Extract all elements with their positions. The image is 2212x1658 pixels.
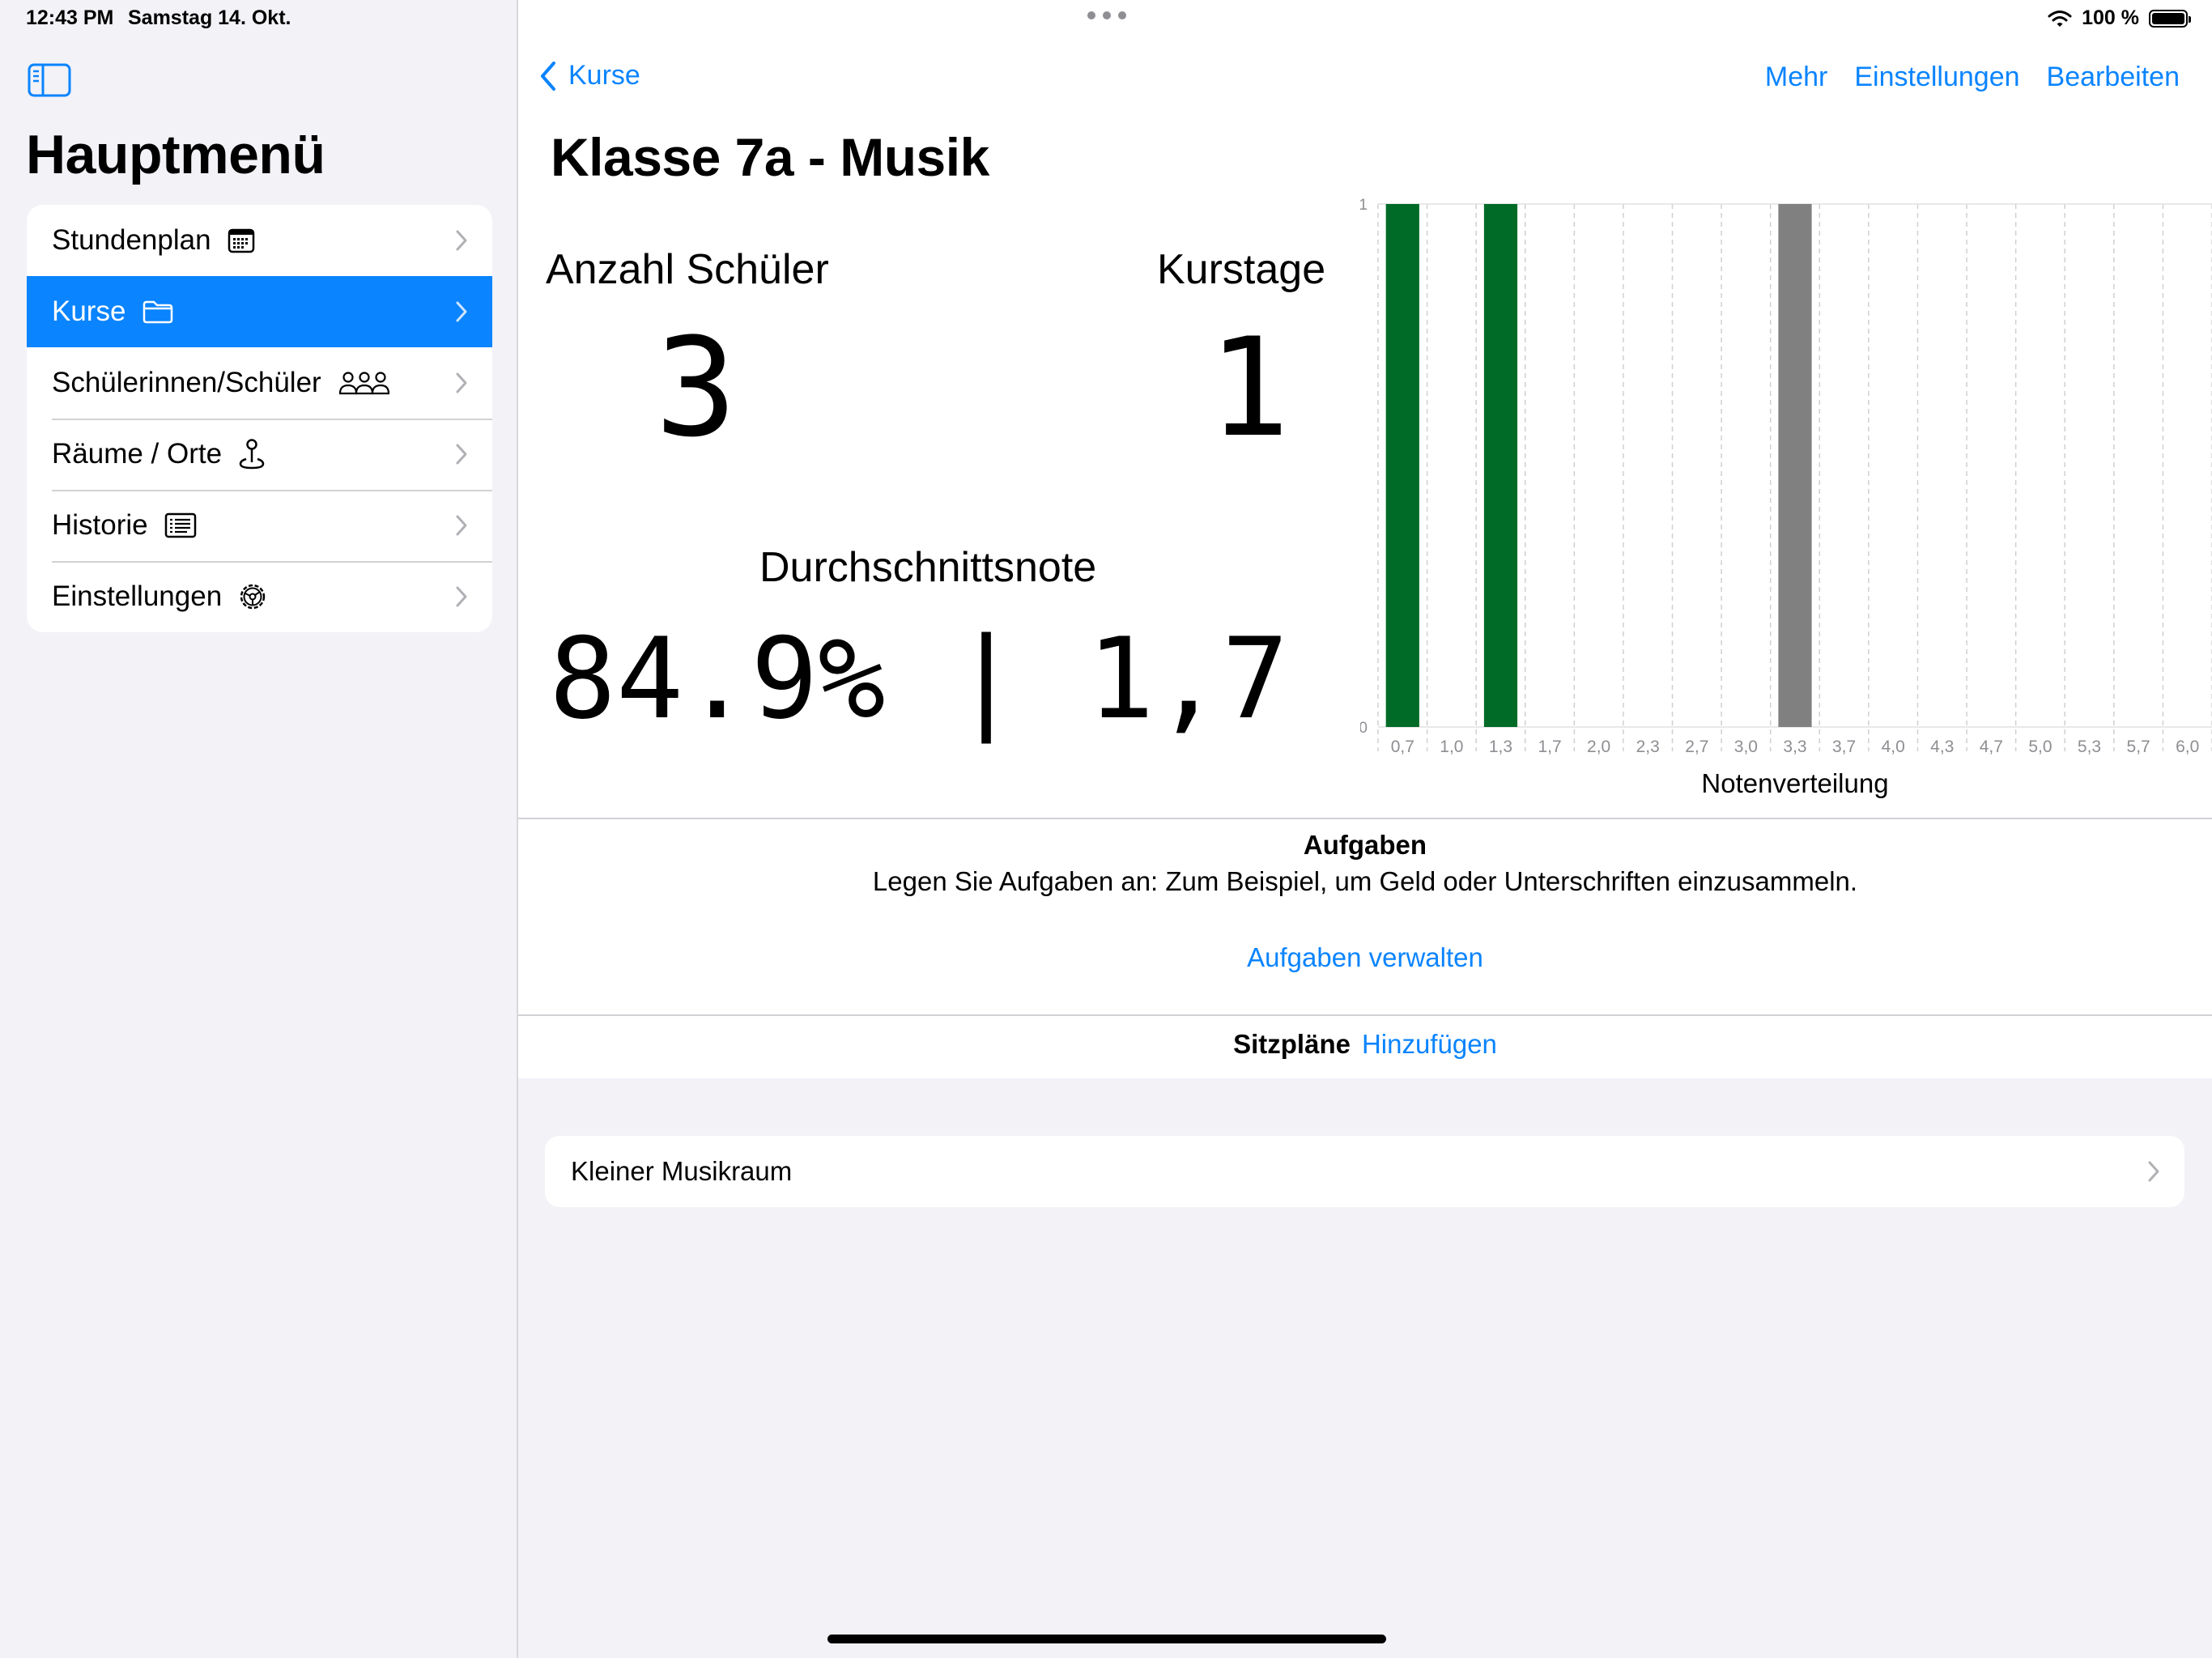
back-button[interactable]: Kurse — [539, 60, 640, 91]
sidebar-toggle-icon[interactable] — [28, 63, 71, 97]
sidebar-item-label: Historie — [52, 509, 148, 541]
students-value: 3 — [655, 308, 738, 467]
sidebar-item-label: Räume / Orte — [52, 438, 223, 470]
x-tick-label: 3,7 — [1832, 738, 1856, 756]
sidebar-item-einstellungen[interactable]: Einstellungen — [27, 561, 492, 632]
wifi-icon — [2048, 10, 2072, 27]
x-tick-label: 5,3 — [2078, 738, 2101, 756]
x-tick-label: 2,7 — [1685, 738, 1708, 756]
sidebar-menu: Stundenplan Kurse Schülerinnen/Schüler R… — [27, 205, 492, 632]
map-pin-icon — [238, 438, 266, 470]
multitasking-dots-icon[interactable] — [1087, 11, 1126, 19]
calendar-icon — [228, 227, 255, 253]
seating-plan-row[interactable]: Kleiner Musikraum — [545, 1136, 2184, 1207]
tasks-title: Aufgaben — [1303, 830, 1427, 860]
sidebar-item-stundenplan[interactable]: Stundenplan — [27, 205, 492, 276]
sidebar: 12:43 PM Samstag 14. Okt. Hauptmenü Stun… — [0, 0, 518, 1658]
x-tick-label: 1,3 — [1489, 738, 1512, 756]
y-tick-label: 1 — [1360, 197, 1368, 214]
edit-button[interactable]: Bearbeiten — [2047, 62, 2180, 93]
sidebar-item-label: Schülerinnen/Schüler — [52, 367, 321, 398]
x-tick-label: 2,0 — [1587, 738, 1610, 756]
average-percent: 84.9% — [549, 614, 886, 744]
x-tick-label: 5,0 — [2028, 738, 2052, 756]
course-days-value: 1 — [1208, 308, 1291, 467]
grade-distribution-chart: 0 1 0,7 1,0 1,3 1,7 2,0 2,3 2,7 3,0 3,3 3,7 4,0 4,3 4,… — [1360, 197, 2212, 798]
sidebar-item-historie[interactable]: Historie — [27, 490, 492, 561]
chevron-left-icon — [541, 61, 555, 91]
people-icon — [338, 370, 391, 396]
x-axis-label: Notenverteilung — [1701, 768, 1888, 798]
chevron-right-icon — [456, 586, 467, 607]
list-icon — [164, 512, 197, 538]
status-date: Samstag 14. Okt. — [128, 6, 291, 29]
sidebar-item-label: Stundenplan — [52, 224, 211, 256]
gear-icon — [238, 582, 267, 611]
chevron-right-icon — [2148, 1161, 2159, 1182]
course-days-label: Kurstage — [1157, 246, 1326, 293]
divider — [518, 818, 2212, 819]
sidebar-item-label: Einstellungen — [52, 580, 223, 612]
status-bar-right: 100 % — [2048, 6, 2191, 30]
settings-button[interactable]: Einstellungen — [1854, 62, 2019, 93]
chevron-right-icon — [456, 301, 467, 322]
chevron-right-icon — [456, 515, 467, 536]
more-button[interactable]: Mehr — [1765, 62, 1827, 93]
x-tick-label: 3,3 — [1783, 738, 1806, 756]
x-tick-label: 5,7 — [2127, 738, 2150, 756]
main-content: 100 % Kurse Mehr Einstellungen Bearbeite… — [518, 0, 2212, 1658]
bar — [1778, 204, 1812, 727]
average-label: Durchschnittsnote — [759, 544, 1097, 591]
x-tick-label: 3,0 — [1734, 738, 1758, 756]
status-time: 12:43 PM — [26, 6, 114, 29]
divider — [518, 1014, 2212, 1016]
x-tick-label: 4,7 — [1980, 738, 2003, 756]
average-separator: | — [952, 614, 1020, 744]
chevron-right-icon — [456, 372, 467, 393]
bar — [1385, 204, 1419, 727]
tasks-description: Legen Sie Aufgaben an: Zum Beispiel, um … — [872, 866, 1858, 896]
seating-title: Sitzpläne — [1233, 1029, 1351, 1059]
students-label: Anzahl Schüler — [546, 246, 829, 293]
chevron-right-icon — [456, 444, 467, 465]
home-indicator[interactable] — [827, 1635, 1386, 1643]
x-tick-label: 0,7 — [1391, 738, 1414, 756]
add-seating-button[interactable]: Hinzufügen — [1362, 1029, 1497, 1059]
chevron-right-icon — [456, 230, 467, 251]
x-tick-label: 4,0 — [1882, 738, 1905, 756]
sidebar-item-schueler[interactable]: Schülerinnen/Schüler — [27, 347, 492, 419]
sidebar-item-kurse[interactable]: Kurse — [27, 276, 492, 347]
sidebar-item-raeume[interactable]: Räume / Orte — [27, 419, 492, 490]
average-grade: 1,7 — [1087, 614, 1289, 744]
page-title: Klasse 7a - Musik — [551, 127, 989, 187]
manage-tasks-link[interactable]: Aufgaben verwalten — [518, 942, 2212, 973]
x-tick-label: 1,7 — [1538, 738, 1561, 756]
nav-actions: Mehr Einstellungen Bearbeiten — [1765, 62, 2180, 93]
battery-icon — [2149, 9, 2191, 28]
x-tick-label: 2,3 — [1636, 738, 1660, 756]
battery-percent: 100 % — [2082, 6, 2139, 29]
seating-plan-label: Kleiner Musikraum — [571, 1156, 793, 1186]
y-tick-label: 0 — [1360, 720, 1368, 737]
sidebar-title: Hauptmenü — [26, 124, 325, 185]
sidebar-item-label: Kurse — [52, 295, 126, 327]
x-tick-label: 4,3 — [1930, 738, 1954, 756]
bar — [1483, 204, 1518, 727]
back-button-label: Kurse — [568, 60, 640, 91]
folder-icon — [142, 300, 174, 324]
seating-header: Sitzpläne Hinzufügen — [518, 1029, 2212, 1060]
x-tick-label: 1,0 — [1440, 738, 1463, 756]
average-values: 84.9% | 1,7 — [549, 623, 1289, 735]
x-tick-label: 6,0 — [2176, 738, 2199, 756]
